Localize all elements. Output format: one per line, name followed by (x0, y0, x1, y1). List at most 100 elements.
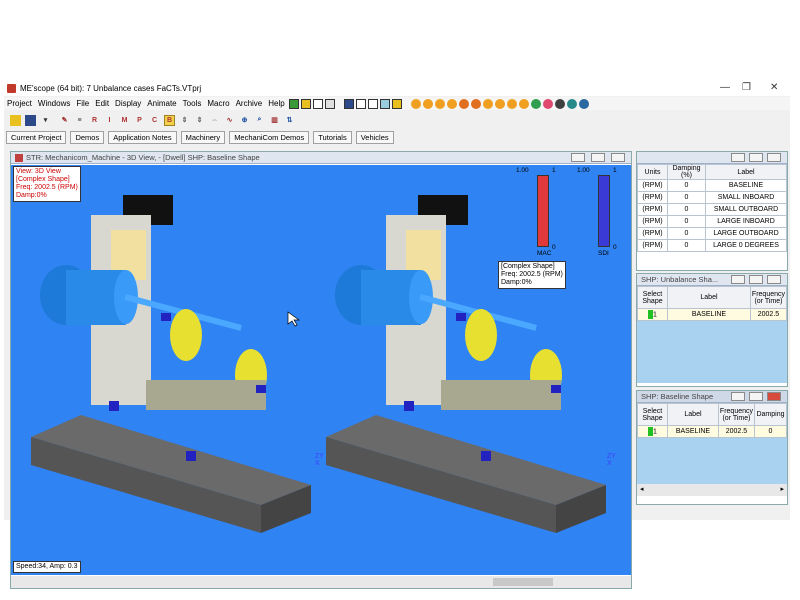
animate-icon-9[interactable] (506, 98, 517, 109)
tool-i-button[interactable]: I (104, 115, 115, 126)
baseline-hscrollbar[interactable]: ◂ ▸ (637, 484, 787, 496)
units-cell[interactable]: (RPM) (637, 203, 668, 216)
tab-application-notes[interactable]: Application Notes (108, 131, 177, 144)
units-cell[interactable]: (RPM) (637, 239, 668, 252)
open-folder-icon[interactable] (10, 114, 21, 126)
open-file-icon[interactable] (25, 114, 36, 126)
3d-viewport[interactable]: View: 3D View [Complex Shape] Freq: 2002… (11, 165, 631, 575)
label-cell[interactable]: LARGE INBOARD (705, 215, 787, 228)
animate-icon-2[interactable] (422, 98, 433, 109)
damping-cell[interactable]: 0 (667, 227, 706, 240)
damping-cell[interactable]: 0 (667, 203, 706, 216)
undo-icon[interactable] (355, 98, 366, 109)
globe-icon-green[interactable] (530, 98, 541, 109)
fit-icon[interactable]: ⇕ (179, 115, 190, 126)
units-cell[interactable]: (RPM) (637, 179, 668, 192)
menu-file[interactable]: File (73, 99, 92, 108)
tab-machinery[interactable]: Machinery (180, 131, 226, 144)
restore-button[interactable]: ❐ (742, 82, 751, 93)
tile-icon[interactable] (391, 98, 402, 109)
label-cell[interactable]: BASELINE (667, 425, 719, 438)
animate-icon-5[interactable] (458, 98, 469, 109)
label-cell[interactable]: BASELINE (667, 308, 751, 321)
scroll-left-icon[interactable]: ◂ (640, 485, 644, 493)
waveform-icon[interactable]: ∿ (224, 115, 235, 126)
table-row[interactable]: 1 BASELINE 2002.5 (637, 308, 788, 321)
damping-cell[interactable]: 0 (667, 239, 706, 252)
save-icon[interactable] (343, 98, 354, 109)
bar-chart-icon[interactable]: ▥ (269, 115, 280, 126)
scrollbar-thumb[interactable] (493, 578, 553, 586)
unbalance-restore-button[interactable] (749, 275, 763, 284)
menu-display[interactable]: Display (112, 99, 144, 108)
tab-tutorials[interactable]: Tutorials (313, 131, 352, 144)
animate-icon-10[interactable] (518, 98, 529, 109)
redo-icon[interactable] (367, 98, 378, 109)
horizontal-scrollbar[interactable] (11, 576, 631, 588)
tool-m-button[interactable]: M (119, 115, 130, 126)
split-icon[interactable]: ⇅ (284, 115, 295, 126)
label-cell[interactable]: LARGE 0 DEGREES (705, 239, 787, 252)
globe-icon-teal[interactable] (566, 98, 577, 109)
hammer-icon[interactable]: ✎ (59, 115, 70, 126)
table-row[interactable]: (RPM) 0 BASELINE (637, 179, 787, 192)
frequency-cell[interactable]: 2002.5 (749, 308, 788, 321)
label-cell[interactable]: LARGE OUTBOARD (705, 227, 787, 240)
structure-minimize-button[interactable] (571, 153, 585, 162)
menu-tools[interactable]: Tools (180, 99, 205, 108)
close-button[interactable]: ✕ (770, 82, 778, 93)
units-cell[interactable]: (RPM) (637, 215, 668, 228)
tab-current-project[interactable]: Current Project (6, 131, 67, 144)
list-icon[interactable]: ≡ (74, 115, 85, 126)
animate-icon-8[interactable] (494, 98, 505, 109)
label-cell[interactable]: BASELINE (705, 179, 787, 192)
table-row[interactable]: (RPM) 0 LARGE INBOARD (637, 215, 787, 228)
label-cell[interactable]: SMALL INBOARD (705, 191, 787, 204)
minimize-button[interactable]: — (720, 82, 730, 93)
animate-icon-3[interactable] (434, 98, 445, 109)
scroll-right-icon[interactable]: ▸ (780, 485, 784, 493)
stack-icon[interactable]: ⇕ (194, 115, 205, 126)
damping-cell[interactable]: 0 (667, 191, 706, 204)
tab-vehicles[interactable]: Vehicles (355, 131, 394, 144)
spread-icon[interactable]: ⇔ (209, 115, 220, 126)
select-cell[interactable]: 1 (637, 308, 668, 321)
animate-icon-1[interactable] (410, 98, 421, 109)
tool-b-button[interactable]: B (164, 114, 175, 126)
animate-icon-6[interactable] (470, 98, 481, 109)
menu-windows[interactable]: Windows (35, 99, 73, 108)
structure-restore-button[interactable] (591, 153, 605, 162)
tool-r-button[interactable]: R (89, 115, 100, 126)
damping-cell[interactable]: 0 (754, 425, 787, 438)
baseline-restore-button[interactable] (749, 392, 763, 401)
structure-close-button[interactable] (611, 153, 625, 162)
layout-icon[interactable] (379, 98, 390, 109)
globe-icon-pink[interactable] (542, 98, 553, 109)
zoom-icon[interactable]: ⌕ (254, 115, 265, 126)
frequency-cell[interactable]: 2002.5 (717, 425, 756, 438)
table-row[interactable]: 1 BASELINE 2002.5 0 (637, 425, 787, 438)
globe-icon-dark[interactable] (554, 98, 565, 109)
table-row[interactable]: (RPM) 0 SMALL OUTBOARD (637, 203, 787, 216)
tool-p-button[interactable]: P (134, 115, 145, 126)
table-row[interactable]: (RPM) 0 SMALL INBOARD (637, 191, 787, 204)
menu-project[interactable]: Project (4, 99, 35, 108)
baseline-minimize-button[interactable] (731, 392, 745, 401)
menu-archive[interactable]: Archive (233, 99, 266, 108)
table-row[interactable]: (RPM) 0 LARGE 0 DEGREES (637, 239, 787, 252)
select-cell[interactable]: 1 (637, 425, 668, 438)
target-icon[interactable]: ⊕ (239, 115, 250, 126)
damping-cell[interactable]: 0 (667, 179, 706, 192)
label-cell[interactable]: SMALL OUTBOARD (705, 203, 787, 216)
damping-cell[interactable]: 0 (667, 215, 706, 228)
grid-icon[interactable] (312, 98, 323, 109)
animate-icon-7[interactable] (482, 98, 493, 109)
units-minimize-button[interactable] (731, 153, 745, 162)
menu-help[interactable]: Help (265, 99, 287, 108)
unbalance-close-button[interactable] (767, 275, 781, 284)
animate-icon-4[interactable] (446, 98, 457, 109)
color-map-icon[interactable] (300, 98, 311, 109)
units-restore-button[interactable] (749, 153, 763, 162)
chart-icon[interactable] (288, 98, 299, 109)
menu-macro[interactable]: Macro (204, 99, 232, 108)
